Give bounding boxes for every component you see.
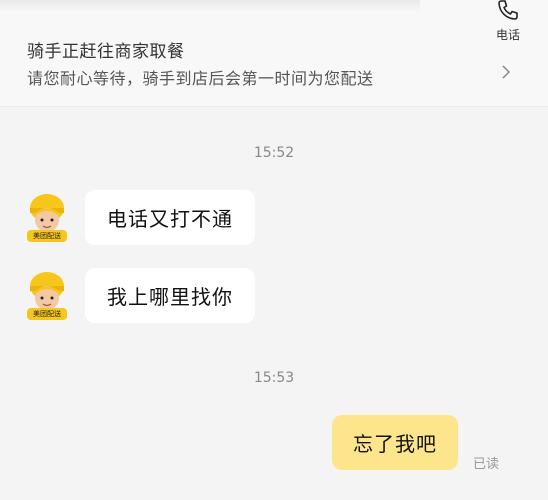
- rider-badge: 美团配送: [33, 310, 61, 318]
- divider: [0, 0, 420, 12]
- call-rider-button[interactable]: 电话: [486, 0, 530, 50]
- phone-icon: [498, 0, 518, 20]
- rider-avatar[interactable]: 美团配送: [24, 192, 70, 244]
- call-label: 电话: [495, 28, 520, 42]
- rider-avatar[interactable]: 美团配送: [24, 270, 70, 322]
- status-subtitle: 请您耐心等待，骑手到店后会第一时间为您配送: [27, 69, 374, 88]
- message-bubble[interactable]: 电话又打不通: [85, 190, 255, 245]
- rider-badge: 美团配送: [33, 232, 61, 240]
- timestamp: 15:52: [253, 145, 295, 161]
- timestamp: 15:53: [253, 370, 295, 386]
- my-message-bubble[interactable]: 忘了我吧: [332, 415, 458, 470]
- status-title: 骑手正赶往商家取餐: [27, 42, 185, 62]
- read-receipt: 已读: [473, 457, 500, 472]
- chevron-right-icon[interactable]: [500, 64, 512, 80]
- message-bubble[interactable]: 我上哪里找你: [85, 268, 255, 323]
- order-status-card[interactable]: 骑手正赶往商家取餐 请您耐心等待，骑手到店后会第一时间为您配送 电话: [0, 0, 548, 107]
